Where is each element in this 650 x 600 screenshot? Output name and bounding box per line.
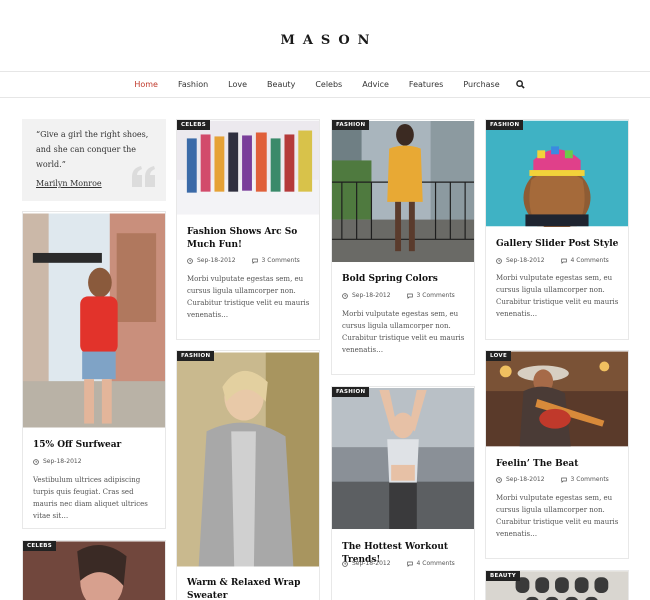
post-comments[interactable]: 4 Comments [571,257,609,264]
post-meta: Sep-18-2012 4 Comments [342,560,466,567]
comment-icon [406,293,413,299]
post-image[interactable] [177,120,319,215]
post-comments[interactable]: 4 Comments [417,560,455,567]
post-excerpt: Vestibulum ultrices adipiscing turpis qu… [33,476,148,520]
post-date: Sep-18-2012 [506,476,545,483]
post-excerpt: Morbi vulputate egestas sem, eu cursus l… [496,494,619,538]
post-meta: Sep-18-2012 3 Comments [342,292,466,299]
post-card[interactable]: FASHION Bold Spring Colors Sep-18-2012 3… [331,119,475,375]
post-category-tag[interactable]: CELEBS [177,120,211,130]
post-date: Sep-18-2012 [352,560,391,567]
clock-icon [342,292,348,299]
nav-item-advice[interactable]: Advice [362,80,389,89]
comment-icon [251,258,258,264]
post-excerpt: Morbi vulputate egestas sem, eu cursus l… [496,274,619,318]
post-card[interactable]: LOVE Feelin’ The Beat Sep-18-2012 3 Comm… [485,350,629,559]
search-icon[interactable] [515,79,526,90]
post-title[interactable]: Bold Spring Colors [342,273,466,286]
post-title[interactable]: Warm & Relaxed Wrap Sweater [187,577,311,600]
nav-item-purchase[interactable]: Purchase [463,80,499,89]
post-date: Sep-18-2012 [197,257,236,264]
post-card[interactable]: FASHION Gallery Slider Post Style Sep-18… [485,119,629,340]
post-image[interactable] [177,351,319,568]
post-image[interactable] [486,120,628,227]
post-image[interactable] [486,351,628,447]
post-date: Sep-18-2012 [506,257,545,264]
post-comments[interactable]: 3 Comments [571,476,609,483]
quote-author[interactable]: Marilyn Monroe [36,179,102,188]
post-card[interactable]: FASHION Warm & Relaxed Wrap Sweater [176,350,320,600]
post-image[interactable] [332,120,474,263]
nav-item-features[interactable]: Features [409,80,443,89]
post-card[interactable]: CELEBS Fashion Shows Arc So Much Fun! Se… [176,119,320,340]
post-excerpt: Morbi vulputate egestas sem, eu cursus l… [187,275,310,319]
post-title[interactable]: Feelin’ The Beat [496,458,620,471]
nav-item-beauty[interactable]: Beauty [267,80,295,89]
site-header: MASON [0,0,650,72]
post-comments[interactable]: 3 Comments [417,292,455,299]
post-category-tag[interactable]: CELEBS [23,541,57,551]
post-category-tag[interactable]: BEAUTY [486,571,521,581]
clock-icon [496,476,502,483]
post-card[interactable]: FASHION The Hottest Workout Trends! Sep-… [331,386,475,600]
post-category-tag[interactable]: FASHION [332,120,370,130]
post-card[interactable]: BEAUTY [485,570,629,600]
clock-icon [33,458,39,465]
post-date: Sep-18-2012 [352,292,391,299]
post-meta: Sep-18-2012 3 Comments [496,476,620,483]
quote-mark-icon [132,166,155,187]
post-meta: Sep-18-2012 3 Comments [187,257,311,264]
post-category-tag[interactable]: FASHION [177,351,215,361]
post-category-tag[interactable]: FASHION [332,387,370,397]
comment-icon [560,477,567,483]
post-category-tag[interactable]: FASHION [486,120,524,130]
post-title[interactable]: Fashion Shows Arc So Much Fun! [187,226,311,252]
quote-box: “Give a girl the right shoes, and she ca… [22,119,166,201]
clock-icon [342,560,348,567]
clock-icon [496,257,502,264]
post-comments[interactable]: 3 Comments [262,257,300,264]
nav-item-home[interactable]: Home [134,80,158,89]
post-title[interactable]: 15% Off Surfwear [33,439,157,452]
post-image[interactable] [23,212,165,429]
post-title[interactable]: Gallery Slider Post Style [496,238,620,251]
comment-icon [560,258,567,264]
post-excerpt: Morbi vulputate egestas sem, eu cursus l… [342,310,465,354]
post-card[interactable]: CELEBS [22,540,166,600]
post-meta: Sep-18-2012 4 Comments [496,257,620,264]
post-card[interactable]: 15% Off Surfwear Sep-18-2012 Vestibulum … [22,211,166,529]
post-image[interactable] [332,387,474,530]
nav-item-love[interactable]: Love [228,80,247,89]
nav-item-fashion[interactable]: Fashion [178,80,208,89]
post-category-tag[interactable]: LOVE [486,351,512,361]
post-date: Sep-18-2012 [43,458,82,465]
post-meta: Sep-18-2012 [33,458,157,465]
nav-item-celebs[interactable]: Celebs [315,80,342,89]
clock-icon [187,257,193,264]
main-nav: Home Fashion Love Beauty Celebs Advice F… [0,72,650,98]
site-logo[interactable]: MASON [0,33,650,48]
comment-icon [406,561,413,567]
